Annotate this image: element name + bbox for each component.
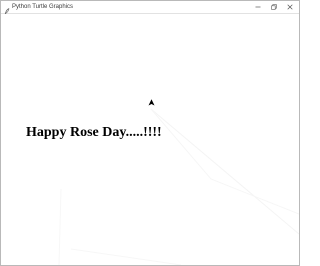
maximize-button[interactable] <box>266 1 282 13</box>
minimize-icon <box>255 6 261 8</box>
close-button[interactable] <box>282 1 298 13</box>
maximize-icon <box>271 4 277 10</box>
turtle-window: Python Turtle Graphics Happy Rose Day...… <box>0 0 300 266</box>
minimize-button[interactable] <box>250 1 266 13</box>
close-icon <box>287 4 293 10</box>
turtle-arrow-icon <box>148 93 155 106</box>
turtle-canvas[interactable]: Happy Rose Day.....!!!! <box>1 14 299 265</box>
title-bar[interactable]: Python Turtle Graphics <box>1 1 299 16</box>
window-title: Python Turtle Graphics <box>12 4 74 10</box>
greeting-text: Happy Rose Day.....!!!! <box>26 125 162 140</box>
feather-icon <box>4 3 10 16</box>
